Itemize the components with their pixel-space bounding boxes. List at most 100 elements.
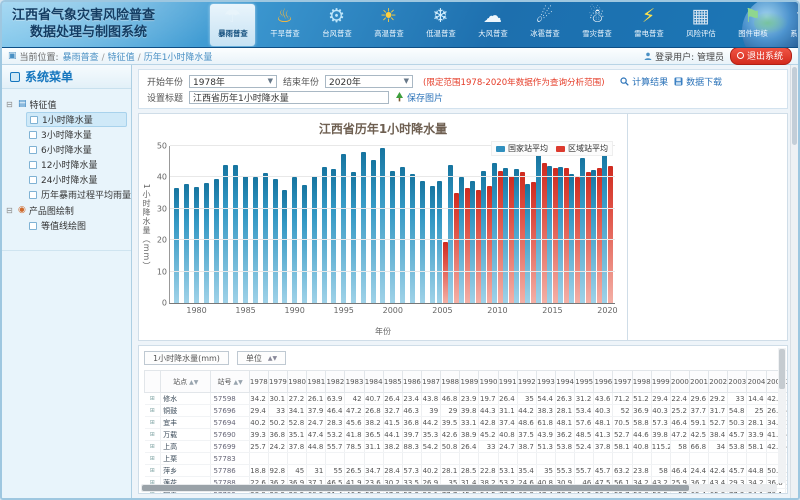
value-cell: 29.4: [249, 405, 268, 417]
value-cell: 37.9: [307, 405, 326, 417]
national-avg-bar-2019: [591, 170, 596, 303]
chart-title-label: 设置标题: [147, 91, 183, 104]
breadcrumb-bar: ▣ 当前位置: 暴雨普查/特征值/历年1小时降水量 登录用户: 管理员 退出系统: [2, 48, 798, 65]
table-vertical-scrollbar[interactable]: [778, 348, 786, 483]
main-vertical-scrollbar[interactable]: [790, 65, 798, 498]
value-cell: 24.4: [689, 465, 708, 477]
value-cell: 39.8: [460, 405, 479, 417]
unit-filter[interactable]: 单位▲▼: [237, 351, 286, 365]
table-row[interactable]: ⊞萍乡5778618.892.845315526.534.728.457.340…: [145, 465, 789, 477]
station-name: 修水: [161, 393, 211, 405]
value-cell: [517, 453, 536, 465]
hscroll-thumb[interactable]: [142, 485, 689, 491]
map-review-icon: ⚑: [744, 4, 761, 28]
table-row[interactable]: ⊞铜鼓5769629.43334.137.946.447.226.832.746…: [145, 405, 789, 417]
value-cell: 88.3: [402, 441, 421, 453]
year-col-header: 1982: [326, 371, 345, 393]
toolbar-item-lightning[interactable]: ⚡雷电普查: [626, 4, 671, 46]
chevron-down-icon: ▼: [268, 77, 273, 85]
value-cell: 44.2: [517, 405, 536, 417]
sidebar-item-0-5[interactable]: 历年暴雨过程平均雨量: [26, 187, 127, 202]
row-expand-icon[interactable]: ⊞: [145, 429, 161, 441]
legend-item[interactable]: 区域站平均: [556, 143, 608, 154]
metric-filter[interactable]: 1小时降水量(mm): [144, 351, 229, 365]
y-axis-label: 1小时降水量（mm）: [141, 184, 152, 271]
legend-item[interactable]: 国家站平均: [496, 143, 548, 154]
start-year-select[interactable]: 1978年▼: [189, 75, 277, 88]
end-year-select[interactable]: 2020年▼: [325, 75, 413, 88]
toolbar-item-hail[interactable]: ☄冰雹普查: [522, 4, 567, 46]
chart-title-input[interactable]: [189, 91, 389, 104]
toolbar-item-drought[interactable]: ♨干旱普查: [262, 4, 307, 46]
row-expand-icon[interactable]: ⊞: [145, 405, 161, 417]
sidebar-item-0-1[interactable]: 3小时降水量: [26, 127, 127, 142]
breadcrumb-item[interactable]: 特征值: [108, 53, 135, 63]
value-cell: 48.1: [594, 417, 613, 429]
toolbar-item-gale[interactable]: ☁大风普查: [470, 4, 515, 46]
sidebar-item-0-4[interactable]: 24小时降水量: [26, 172, 127, 187]
toolbar-item-settings[interactable]: ⚒系统设置: [782, 4, 798, 46]
collapse-icon[interactable]: ⊟: [6, 206, 15, 215]
lightning-icon: ⚡: [642, 4, 655, 28]
toolbar-item-map-review[interactable]: ⚑图件审核: [730, 4, 775, 46]
station-id: 57786: [211, 465, 249, 477]
value-cell: 22.4: [670, 393, 689, 405]
table-row[interactable]: ⊞上高5769925.724.237.844.855.778.531.138.2…: [145, 441, 789, 453]
tree-group-1[interactable]: ⊟◉产品图绘制: [6, 202, 127, 218]
save-image-button[interactable]: 保存图片: [395, 91, 443, 104]
national-avg-bar-2012: [514, 169, 519, 303]
station-id-col-header[interactable]: 站号▲▼: [211, 371, 249, 393]
sidebar-item-1-0[interactable]: 等值线绘图: [26, 218, 127, 233]
value-cell: 47.2: [670, 429, 689, 441]
sidebar-item-0-2[interactable]: 6小时降水量: [26, 142, 127, 157]
toolbar-item-high-temp[interactable]: ☀高温普查: [366, 4, 411, 46]
main-vscroll-thumb[interactable]: [792, 67, 797, 145]
table-row[interactable]: ⊞宜丰5769440.250.252.824.728.345.638.241.5…: [145, 417, 789, 429]
table-horizontal-scrollbar[interactable]: [141, 484, 777, 492]
vscroll-thumb[interactable]: [779, 349, 785, 389]
bar-group-2005: 2005: [437, 146, 448, 303]
toolbar-item-typhoon[interactable]: ⚙台风普查: [314, 4, 359, 46]
calculate-button[interactable]: 计算结果: [620, 75, 668, 88]
collapse-icon[interactable]: ⊟: [6, 100, 15, 109]
value-cell: [709, 453, 728, 465]
row-expand-icon[interactable]: ⊞: [145, 465, 161, 477]
table-row[interactable]: ⊞修水5759834.230.127.226.163.94240.726.423…: [145, 393, 789, 405]
search-icon: [620, 77, 629, 86]
national-avg-bar-2015: [547, 166, 552, 303]
year-col-header: 1992: [517, 371, 536, 393]
breadcrumb-item[interactable]: 历年1小时降水量: [144, 53, 213, 63]
table-filter-row: 1小时降水量(mm) 单位▲▼: [144, 349, 777, 367]
sidebar-item-0-0[interactable]: 1小时降水量: [26, 112, 127, 127]
station-name: 萍乡: [161, 465, 211, 477]
row-expand-icon[interactable]: ⊞: [145, 417, 161, 429]
station-col-header[interactable]: 站点▲▼: [161, 371, 211, 393]
toolbar-item-rainstorm[interactable]: ☂暴雨普查: [210, 4, 255, 46]
table-row[interactable]: ⊞万载5769039.336.835.147.453.241.836.544.1…: [145, 429, 789, 441]
value-cell: 43.9: [536, 429, 555, 441]
station-id: 57694: [211, 417, 249, 429]
bar-group-1991: [300, 146, 310, 303]
breadcrumb-item[interactable]: 暴雨普查: [63, 53, 99, 63]
row-expand-icon[interactable]: ⊞: [145, 453, 161, 465]
value-cell: 53.8: [728, 441, 747, 453]
value-cell: 55.7: [326, 441, 345, 453]
logout-button[interactable]: 退出系统: [730, 47, 792, 65]
gridline: [170, 271, 615, 272]
row-expand-icon[interactable]: ⊞: [145, 393, 161, 405]
sidebar-item-0-3[interactable]: 12小时降水量: [26, 157, 127, 172]
table-row[interactable]: ⊞上栗57783: [145, 453, 789, 465]
x-tick: 1995: [334, 306, 354, 315]
toolbar-item-calculator[interactable]: ▦风险评估: [678, 4, 723, 46]
station-id: 57598: [211, 393, 249, 405]
value-cell: 55.7: [575, 465, 594, 477]
toolbar-item-low-temp[interactable]: ❄低温普查: [418, 4, 463, 46]
tree-group-0[interactable]: ⊟▤特征值: [6, 96, 127, 112]
value-cell: 47.2: [345, 405, 364, 417]
row-expand-icon[interactable]: ⊞: [145, 441, 161, 453]
toolbar-item-snow[interactable]: ☃雪灾普查: [574, 4, 619, 46]
national-avg-bar-2010: [492, 163, 497, 303]
value-cell: 52.4: [575, 441, 594, 453]
value-cell: 52.8: [288, 417, 307, 429]
download-button[interactable]: 数据下载: [674, 75, 722, 88]
